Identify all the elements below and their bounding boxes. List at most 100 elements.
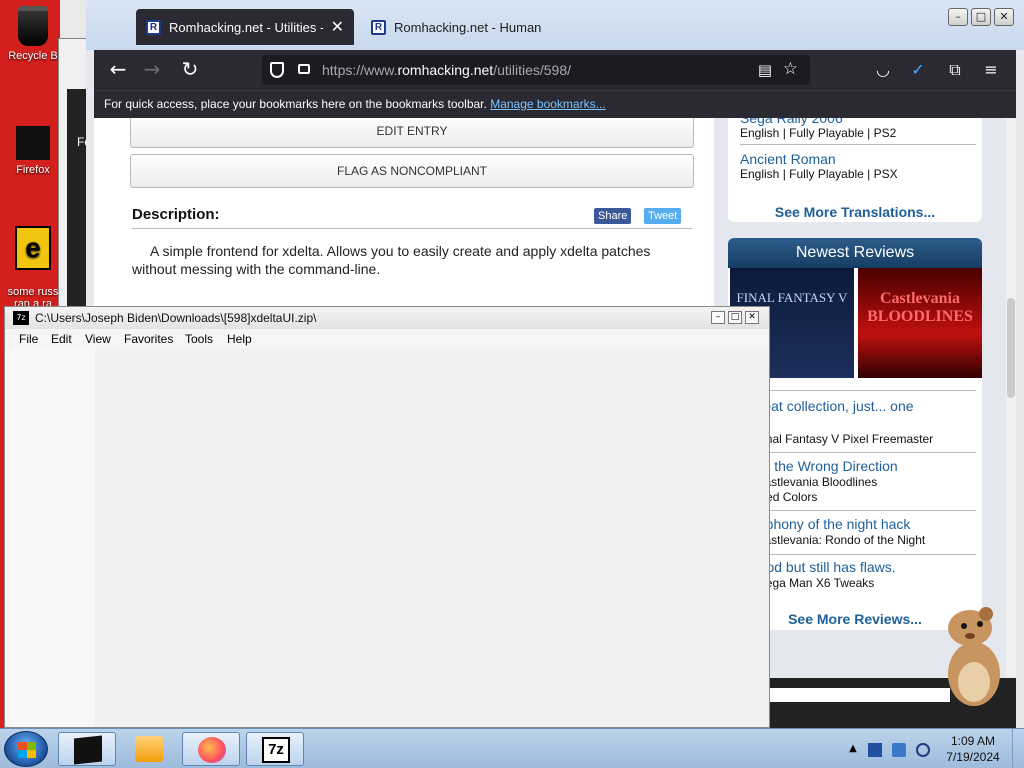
see-more-translations-link[interactable]: See More Translations... xyxy=(728,204,982,220)
review-subtitle: s | Castlevania Bloodlines hanced Colors xyxy=(740,475,878,504)
sevenzip-toolbar-area xyxy=(5,349,95,727)
close-window-button[interactable]: ✕ xyxy=(994,8,1014,26)
thumbnail-caption: Castlevania BLOODLINES xyxy=(867,290,973,325)
terminal-icon xyxy=(74,735,102,765)
window-controls: – □ ✕ xyxy=(948,8,1014,26)
description-heading: Description: xyxy=(132,206,220,223)
thumbnail-caption: FINAL FANTASY V xyxy=(736,290,848,305)
translation-item[interactable]: Sega Rally 2006 English | Fully Playable… xyxy=(740,118,896,140)
back-arrow-icon[interactable]: ← xyxy=(106,58,130,82)
maximize-button[interactable]: □ xyxy=(971,8,991,26)
review-title[interactable]: ep in the Wrong Direction xyxy=(740,458,976,475)
sevenzip-path: C:\Users\Joseph Biden\Downloads\[598]xde… xyxy=(35,311,317,325)
review-title[interactable]: symphony of the night hack xyxy=(740,516,976,533)
manage-bookmarks-link[interactable]: Manage bookmarks... xyxy=(490,97,605,111)
show-hidden-icons-icon[interactable]: ▲ xyxy=(846,743,860,757)
flag-noncompliant-button[interactable]: FLAG AS NONCOMPLIANT xyxy=(130,154,694,188)
sevenzip-window: 7z C:\Users\Joseph Biden\Downloads\[598]… xyxy=(4,306,770,728)
sevenzip-titlebar[interactable]: 7z C:\Users\Joseph Biden\Downloads\[598]… xyxy=(5,307,769,329)
divider xyxy=(740,390,976,391)
translation-title[interactable]: Ancient Roman xyxy=(740,151,898,167)
review-item[interactable]: ep in the Wrong Direction s | Castlevani… xyxy=(740,458,976,505)
maximize-button[interactable]: □ xyxy=(728,311,742,324)
translation-subtitle: English | Fully Playable | PSX xyxy=(740,167,898,181)
taskbar-firefox-button[interactable] xyxy=(182,732,240,766)
tracking-shield-icon[interactable] xyxy=(270,62,284,78)
close-window-button[interactable]: ✕ xyxy=(745,311,759,324)
minimize-button[interactable]: – xyxy=(948,8,968,26)
sync-check-icon[interactable]: ✓ xyxy=(907,59,929,81)
tray-app-icon[interactable] xyxy=(868,743,882,757)
network-icon[interactable] xyxy=(892,743,906,757)
minimize-button[interactable]: – xyxy=(711,311,725,324)
taskbar: 7z ▲ 1:09 AM 7/19/2024 xyxy=(0,728,1024,768)
url-prefix: https://www. xyxy=(322,62,398,78)
review-item[interactable]: y good but still has flaws. s | Mega Man… xyxy=(740,559,976,591)
url-text[interactable]: https://www.romhacking.net/utilities/598… xyxy=(322,62,571,78)
menu-file[interactable]: File xyxy=(19,332,38,346)
sevenzip-file-list[interactable] xyxy=(95,349,767,727)
review-title[interactable]: y good but still has flaws. xyxy=(740,559,976,576)
tab-bar: R Romhacking.net - Utilities - xde ✕ R R… xyxy=(86,0,1024,50)
scrollbar-thumb[interactable] xyxy=(1007,298,1015,398)
review-title[interactable]: y great collection, just... one ng. xyxy=(740,398,976,432)
lock-icon[interactable] xyxy=(298,64,310,74)
close-tab-icon[interactable]: ✕ xyxy=(331,17,344,37)
hamster-mascot-icon xyxy=(948,607,1000,706)
castlevania-thumbnail[interactable]: Castlevania BLOODLINES xyxy=(858,268,982,378)
start-button[interactable] xyxy=(4,731,48,767)
taskbar-terminal-button[interactable] xyxy=(58,732,116,766)
newest-reviews-heading: Newest Reviews xyxy=(728,238,982,268)
review-item[interactable]: y great collection, just... one ng. s | … xyxy=(740,398,976,447)
address-bar[interactable]: https://www.romhacking.net/utilities/598… xyxy=(262,55,810,85)
forward-arrow-icon[interactable]: → xyxy=(140,58,164,82)
review-subtitle: s | Mega Man X6 Tweaks xyxy=(740,576,875,590)
bookmark-star-icon[interactable]: ☆ xyxy=(783,59,798,79)
menu-view[interactable]: View xyxy=(85,332,111,346)
tab-human-ven[interactable]: R Romhacking.net - Human ven xyxy=(361,9,551,45)
menu-favorites[interactable]: Favorites xyxy=(124,332,173,346)
divider xyxy=(132,228,692,229)
translation-subtitle: English | Fully Playable | PS2 xyxy=(740,126,897,140)
show-desktop-button[interactable] xyxy=(1012,729,1024,768)
url-path: /utilities/598/ xyxy=(493,62,572,78)
firefox-shortcut-label: Firefox xyxy=(16,164,50,176)
divider xyxy=(740,554,976,555)
sevenzip-logo-icon: 7z xyxy=(13,311,29,325)
pocket-icon[interactable]: ◡ xyxy=(872,59,894,81)
bookmarks-toolbar: For quick access, place your bookmarks h… xyxy=(94,90,1016,118)
tab-utilities[interactable]: R Romhacking.net - Utilities - xde ✕ xyxy=(136,9,354,45)
recycle-bin-desktop-icon[interactable]: Recycle B xyxy=(6,6,60,62)
translation-title[interactable]: Sega Rally 2006 xyxy=(740,118,896,126)
romhacking-favicon-icon: R xyxy=(146,19,161,35)
review-item[interactable]: symphony of the night hack s | Castlevan… xyxy=(740,516,976,548)
menu-icon[interactable]: ≡ xyxy=(980,59,1002,81)
facebook-share-button[interactable]: Share xyxy=(594,208,632,224)
firefox-desktop-icon[interactable]: Firefox xyxy=(6,126,60,176)
taskbar-media-button[interactable] xyxy=(120,732,178,766)
tweet-button[interactable]: Tweet xyxy=(644,208,682,224)
taskbar-sevenzip-button[interactable]: 7z xyxy=(246,732,304,766)
menu-edit[interactable]: Edit xyxy=(51,332,72,346)
clock[interactable]: 1:09 AM 7/19/2024 xyxy=(940,733,1006,765)
footer-bar xyxy=(770,688,950,702)
firefox-icon xyxy=(198,737,226,763)
menu-tools[interactable]: Tools xyxy=(185,332,213,346)
description-text: A simple frontend for xdelta. Allows you… xyxy=(132,243,651,277)
url-domain: romhacking.net xyxy=(397,62,494,78)
edit-entry-button[interactable]: EDIT ENTRY xyxy=(130,118,694,148)
translation-item[interactable]: Ancient Roman English | Fully Playable |… xyxy=(740,151,898,181)
romhacking-favicon-icon: R xyxy=(371,19,386,35)
windows-logo-icon xyxy=(18,742,36,758)
reader-view-icon[interactable]: ▤ xyxy=(758,61,772,79)
media-player-icon xyxy=(135,736,163,762)
menu-help[interactable]: Help xyxy=(227,332,252,346)
reload-icon[interactable]: ↻ xyxy=(178,58,202,82)
document-desktop-icon[interactable]: e some russ ran a ra xyxy=(6,214,60,310)
volume-icon[interactable] xyxy=(916,743,930,757)
navigation-toolbar: ← → ↻ https://www.romhacking.net/utiliti… xyxy=(94,50,1016,90)
page-scrollbar[interactable] xyxy=(1006,118,1016,728)
extensions-icon[interactable]: ⧉ xyxy=(944,59,966,81)
firefox-shortcut-icon xyxy=(16,126,50,160)
translations-box: Sega Rally 2006 English | Fully Playable… xyxy=(728,118,982,222)
